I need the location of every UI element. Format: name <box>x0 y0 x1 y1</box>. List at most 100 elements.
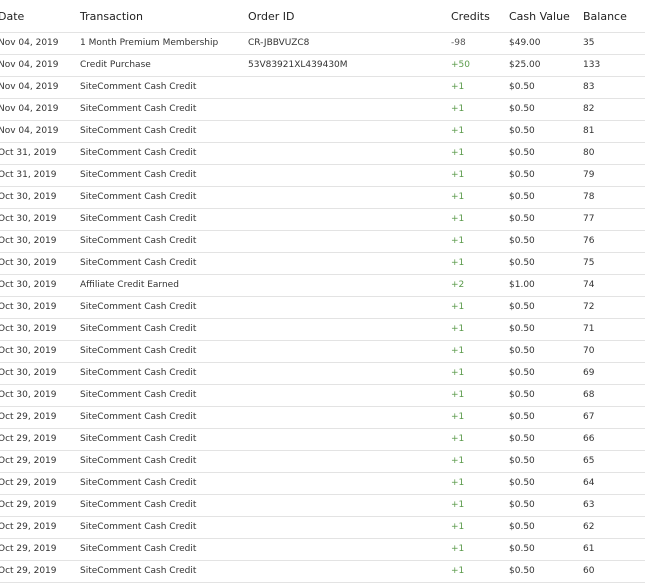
cell-cash-value: $0.50 <box>509 148 535 158</box>
cell-credits: +1 <box>451 566 465 576</box>
cell-transaction: SiteComment Cash Credit <box>80 258 197 268</box>
cell-transaction: SiteComment Cash Credit <box>80 412 197 422</box>
cell-transaction: SiteComment Cash Credit <box>80 478 197 488</box>
cell-balance: 79 <box>583 170 595 180</box>
cell-cash-value: $0.50 <box>509 346 535 356</box>
cell-cash-value: $0.50 <box>509 412 535 422</box>
cell-date: Oct 31, 2019 <box>0 148 57 158</box>
cell-transaction: SiteComment Cash Credit <box>80 82 197 92</box>
cell-cash-value: $0.50 <box>509 390 535 400</box>
cell-balance: 76 <box>583 236 595 246</box>
table-row: Oct 29, 2019 SiteComment Cash Credit +1 $0.… <box>0 539 645 561</box>
cell-balance: 71 <box>583 324 595 334</box>
cell-cash-value: $49.00 <box>509 38 541 48</box>
cell-balance: 75 <box>583 258 595 268</box>
table-row: Oct 29, 2019 SiteComment Cash Credit +1 $0.… <box>0 451 645 473</box>
cell-transaction: SiteComment Cash Credit <box>80 192 197 202</box>
table-row: Nov 04, 2019 SiteComment Cash Credit +1 $0.… <box>0 121 645 143</box>
cell-credits: +1 <box>451 368 465 378</box>
table-row: Oct 29, 2019 SiteComment Cash Credit +1 $0.… <box>0 429 645 451</box>
cell-date: Oct 30, 2019 <box>0 302 57 312</box>
cell-transaction: SiteComment Cash Credit <box>80 522 197 532</box>
table-row: Oct 30, 2019 SiteComment Cash Credit +1 $0.… <box>0 209 645 231</box>
cell-transaction: SiteComment Cash Credit <box>80 170 197 180</box>
cell-date: Oct 30, 2019 <box>0 280 57 290</box>
cell-balance: 61 <box>583 544 595 554</box>
cell-transaction: SiteComment Cash Credit <box>80 302 197 312</box>
cell-balance: 35 <box>583 38 595 48</box>
cell-balance: 133 <box>583 60 601 70</box>
cell-cash-value: $25.00 <box>509 60 541 70</box>
table-row: Oct 30, 2019 SiteComment Cash Credit +1 $0.… <box>0 253 645 275</box>
cell-date: Oct 29, 2019 <box>0 478 57 488</box>
cell-transaction: SiteComment Cash Credit <box>80 236 197 246</box>
cell-cash-value: $0.50 <box>509 544 535 554</box>
table-row: Oct 30, 2019 SiteComment Cash Credit +1 $0.… <box>0 385 645 407</box>
cell-cash-value: $0.50 <box>509 126 535 136</box>
cell-credits: +1 <box>451 104 465 114</box>
cell-cash-value: $0.50 <box>509 500 535 510</box>
cell-date: Nov 04, 2019 <box>0 104 59 114</box>
cell-credits: +1 <box>451 82 465 92</box>
cell-transaction: SiteComment Cash Credit <box>80 434 197 444</box>
cell-order-id: CR-JBBVUZC8 <box>248 38 310 48</box>
cell-transaction: 1 Month Premium Membership <box>80 38 219 48</box>
cell-balance: 83 <box>583 82 595 92</box>
cell-balance: 69 <box>583 368 595 378</box>
cell-date: Oct 30, 2019 <box>0 236 57 246</box>
cell-transaction: SiteComment Cash Credit <box>80 148 197 158</box>
column-header-credits[interactable]: Credits <box>451 0 490 34</box>
cell-date: Oct 29, 2019 <box>0 500 57 510</box>
column-header-transaction[interactable]: Transaction <box>80 0 143 34</box>
cell-balance: 67 <box>583 412 595 422</box>
cell-credits: +1 <box>451 500 465 510</box>
cell-credits: +1 <box>451 456 465 466</box>
cell-date: Oct 30, 2019 <box>0 214 57 224</box>
cell-balance: 77 <box>583 214 595 224</box>
column-header-cash-value[interactable]: Cash Value <box>509 0 570 34</box>
cell-balance: 60 <box>583 566 595 576</box>
cell-order-id: 53V83921XL439430M <box>248 60 348 70</box>
cell-date: Oct 30, 2019 <box>0 192 57 202</box>
transactions-table: Date Transaction Order ID Credits Cash V… <box>0 0 645 583</box>
cell-credits: +1 <box>451 192 465 202</box>
cell-cash-value: $0.50 <box>509 236 535 246</box>
table-body: Nov 04, 2019 1 Month Premium Membership CR… <box>0 33 645 583</box>
table-row: Oct 29, 2019 SiteComment Cash Credit +1 $0.… <box>0 561 645 583</box>
cell-transaction: SiteComment Cash Credit <box>80 126 197 136</box>
cell-balance: 68 <box>583 390 595 400</box>
cell-credits: +1 <box>451 324 465 334</box>
cell-balance: 65 <box>583 456 595 466</box>
cell-cash-value: $0.50 <box>509 456 535 466</box>
cell-date: Oct 30, 2019 <box>0 346 57 356</box>
table-row: Oct 30, 2019 SiteComment Cash Credit +1 $0.… <box>0 297 645 319</box>
cell-credits: +1 <box>451 302 465 312</box>
cell-date: Oct 29, 2019 <box>0 522 57 532</box>
column-header-balance[interactable]: Balance <box>583 0 627 34</box>
cell-cash-value: $1.00 <box>509 280 535 290</box>
cell-transaction: SiteComment Cash Credit <box>80 390 197 400</box>
table-row: Oct 30, 2019 SiteComment Cash Credit +1 $0.… <box>0 187 645 209</box>
cell-balance: 62 <box>583 522 595 532</box>
cell-credits: +1 <box>451 434 465 444</box>
table-header: Date Transaction Order ID Credits Cash V… <box>0 0 645 33</box>
table-row: Oct 31, 2019 SiteComment Cash Credit +1 $0.… <box>0 143 645 165</box>
column-header-date[interactable]: Date <box>0 0 24 34</box>
table-row: Oct 29, 2019 SiteComment Cash Credit +1 $0.… <box>0 495 645 517</box>
table-row: Oct 30, 2019 SiteComment Cash Credit +1 $0.… <box>0 319 645 341</box>
column-header-order-id[interactable]: Order ID <box>248 0 294 34</box>
cell-balance: 74 <box>583 280 595 290</box>
cell-balance: 66 <box>583 434 595 444</box>
cell-credits: +1 <box>451 148 465 158</box>
cell-date: Oct 30, 2019 <box>0 258 57 268</box>
table-row: Nov 04, 2019 SiteComment Cash Credit +1 $0.… <box>0 99 645 121</box>
cell-cash-value: $0.50 <box>509 522 535 532</box>
cell-transaction: SiteComment Cash Credit <box>80 104 197 114</box>
cell-balance: 81 <box>583 126 595 136</box>
cell-date: Oct 29, 2019 <box>0 434 57 444</box>
table-row: Oct 30, 2019 SiteComment Cash Credit +1 $0.… <box>0 341 645 363</box>
table-row: Nov 04, 2019 1 Month Premium Membership CR… <box>0 33 645 55</box>
cell-date: Nov 04, 2019 <box>0 82 59 92</box>
cell-date: Oct 30, 2019 <box>0 324 57 334</box>
cell-transaction: SiteComment Cash Credit <box>80 368 197 378</box>
